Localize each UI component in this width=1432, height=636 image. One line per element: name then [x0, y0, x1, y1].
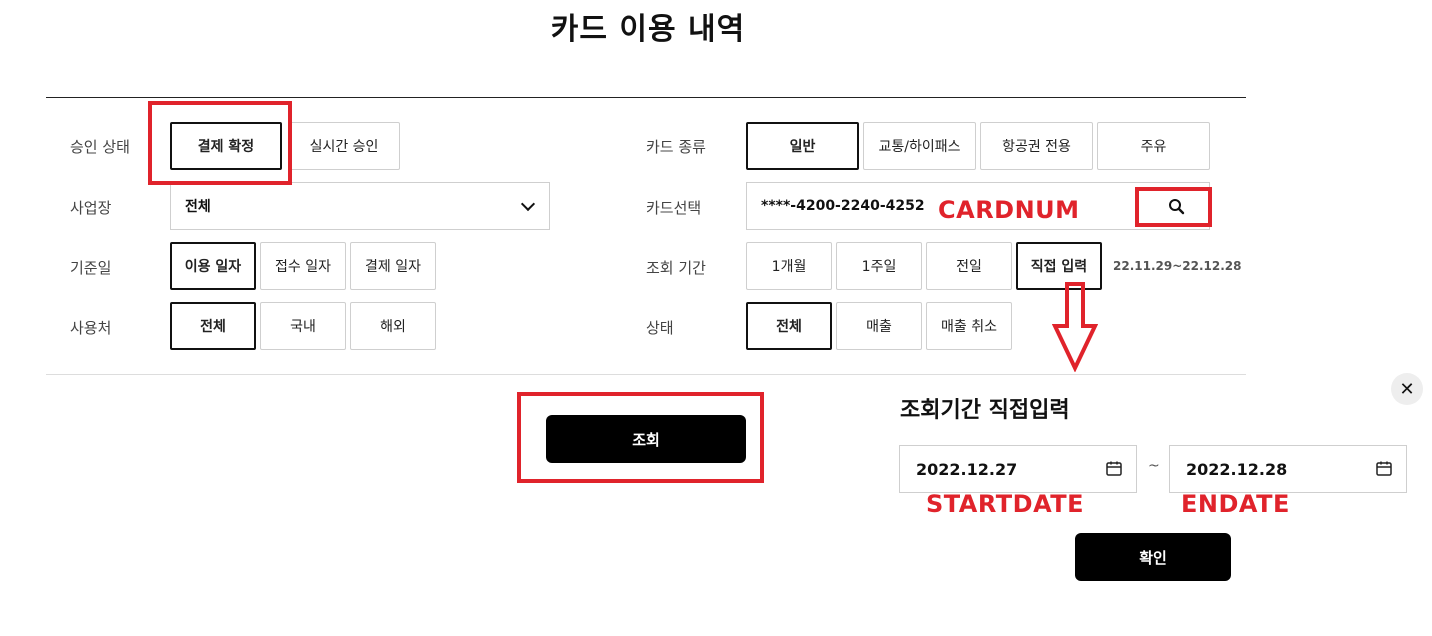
card-type-airline-button[interactable]: 항공권 전용 [980, 122, 1093, 170]
search-button[interactable]: 조회 [546, 415, 746, 463]
page-title: 카드 이용 내역 [550, 12, 746, 47]
close-icon[interactable]: ✕ [1391, 373, 1423, 405]
period-range-text: 22.11.29~22.12.28 [1113, 259, 1242, 273]
card-type-fuel-button[interactable]: 주유 [1097, 122, 1210, 170]
period-yesterday-button[interactable]: 전일 [926, 242, 1012, 290]
approval-status-label: 승인 상태 [70, 138, 130, 156]
status-label: 상태 [646, 319, 674, 337]
annotation-enddate: ENDATE [1181, 490, 1290, 518]
start-date-input[interactable]: 2022.12.27 [899, 445, 1137, 493]
approval-realtime-button[interactable]: 실시간 승인 [288, 122, 400, 170]
usage-place-domestic-button[interactable]: 국내 [260, 302, 346, 350]
annotation-arrow-down-icon [1052, 282, 1098, 372]
date-separator: ~ [1148, 458, 1160, 474]
base-date-payment-button[interactable]: 결제 일자 [350, 242, 436, 290]
business-select[interactable]: 전체 [170, 182, 550, 230]
confirm-button[interactable]: 확인 [1075, 533, 1231, 581]
business-label: 사업장 [70, 199, 112, 217]
annotation-startdate: STARTDATE [926, 490, 1085, 518]
chevron-down-icon [520, 196, 536, 212]
base-date-label: 기준일 [70, 259, 112, 277]
end-date-input[interactable]: 2022.12.28 [1169, 445, 1407, 493]
card-type-transit-button[interactable]: 교통/하이패스 [863, 122, 976, 170]
section-divider [46, 374, 1246, 375]
card-type-general-button[interactable]: 일반 [746, 122, 859, 170]
end-date-value: 2022.12.28 [1186, 459, 1288, 479]
usage-place-overseas-button[interactable]: 해외 [350, 302, 436, 350]
top-divider [46, 97, 1246, 98]
card-number-value: ****-4200-2240-4252 [761, 198, 925, 214]
base-date-received-button[interactable]: 접수 일자 [260, 242, 346, 290]
status-cancel-button[interactable]: 매출 취소 [926, 302, 1012, 350]
start-date-value: 2022.12.27 [916, 459, 1018, 479]
status-all-button[interactable]: 전체 [746, 302, 832, 350]
period-1month-button[interactable]: 1개월 [746, 242, 832, 290]
usage-place-label: 사용처 [70, 319, 112, 337]
period-1week-button[interactable]: 1주일 [836, 242, 922, 290]
base-date-usage-button[interactable]: 이용 일자 [170, 242, 256, 290]
calendar-icon[interactable] [1106, 461, 1122, 476]
annotation-cardnum: CARDNUM [938, 196, 1080, 224]
approval-confirmed-button[interactable]: 결제 확정 [170, 122, 282, 170]
card-select-label: 카드선택 [646, 199, 702, 217]
card-type-label: 카드 종류 [646, 138, 706, 156]
calendar-icon[interactable] [1376, 461, 1392, 476]
period-label: 조회 기간 [646, 259, 706, 277]
popup-title: 조회기간 직접입력 [900, 398, 1070, 423]
business-select-value: 전체 [185, 199, 211, 215]
status-sales-button[interactable]: 매출 [836, 302, 922, 350]
search-icon[interactable] [1166, 196, 1188, 218]
usage-place-all-button[interactable]: 전체 [170, 302, 256, 350]
